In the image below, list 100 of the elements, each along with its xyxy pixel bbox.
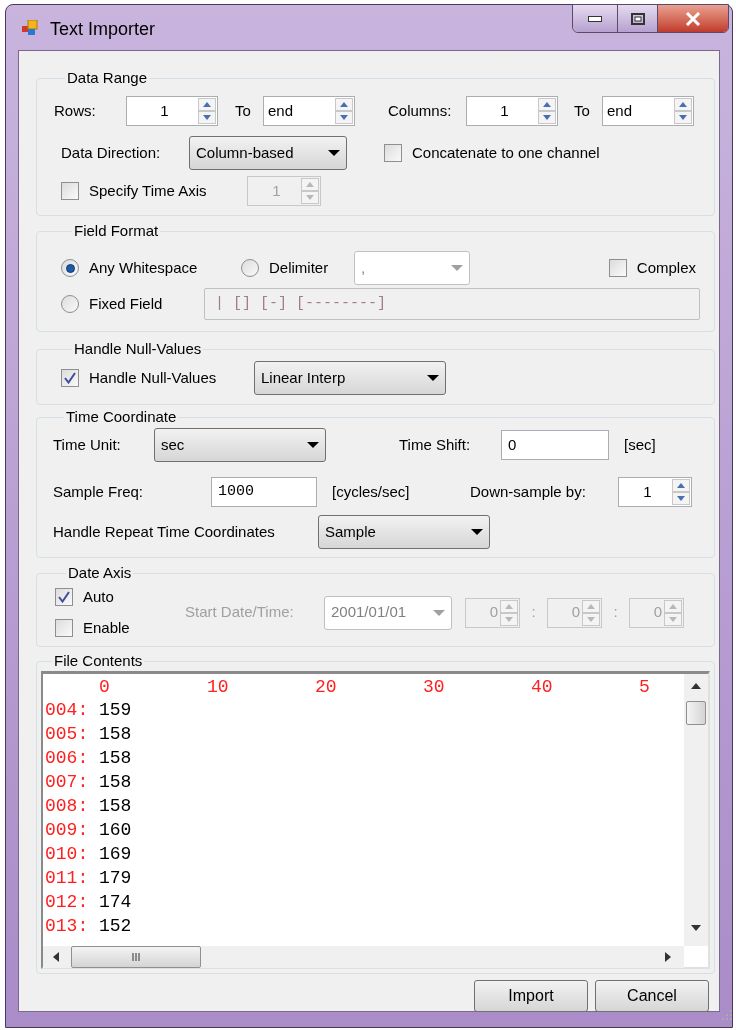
spin-arrows-icon <box>335 98 353 124</box>
field-label: Time Shift: <box>399 434 472 455</box>
radio-button[interactable] <box>61 295 79 313</box>
scroll-thumb[interactable] <box>686 701 706 725</box>
group-title: Date Axis <box>67 563 133 583</box>
radio-button[interactable] <box>241 259 259 277</box>
field-label: Time Unit: <box>53 434 122 455</box>
field-label: Columns: <box>388 100 453 121</box>
spin-arrows-icon <box>538 98 556 124</box>
radio-button[interactable] <box>61 259 79 277</box>
vertical-scrollbar[interactable] <box>684 674 708 946</box>
spin-box[interactable]: 1 <box>126 96 218 126</box>
spin-arrows-icon <box>664 599 682 626</box>
scroll-right-icon <box>665 952 671 962</box>
line-text: 158 <box>99 723 132 746</box>
field-label: Down-sample by: <box>470 481 587 502</box>
dropdown[interactable]: Sample <box>318 515 490 549</box>
spin-arrows-icon <box>582 599 600 626</box>
field-label: : <box>530 602 537 623</box>
line-text: 158 <box>99 747 132 770</box>
dropdown[interactable]: sec <box>154 428 326 462</box>
caret-icon <box>427 374 439 382</box>
check-mark-icon <box>58 591 70 604</box>
field-label: Start Date/Time: <box>185 602 295 623</box>
dropdown[interactable]: Linear Interp <box>254 361 446 395</box>
field-label: Handle Repeat Time Coordinates <box>53 521 276 542</box>
input-field[interactable]: 0 <box>501 430 609 460</box>
checkbox-label: Concatenate to one channel <box>412 142 600 163</box>
input-field[interactable]: 1000 <box>211 477 317 507</box>
minimize-button[interactable] <box>573 5 618 32</box>
horizontal-scrollbar[interactable] <box>43 946 684 968</box>
spin-box[interactable]: end <box>263 96 355 126</box>
dialog-button[interactable]: Import <box>474 980 588 1012</box>
line-text: 159 <box>99 699 132 722</box>
group-title: Handle Null-Values <box>73 339 203 359</box>
line-text: 160 <box>99 819 132 842</box>
line-text: 169 <box>99 843 132 866</box>
line-number: 004: <box>45 699 90 722</box>
ruler-number: 40 <box>531 677 553 697</box>
caret-icon <box>451 264 463 272</box>
field-label: [sec] <box>624 434 656 455</box>
group-title: Field Format <box>73 221 160 241</box>
ruler-number: 30 <box>423 677 445 697</box>
maximize-button[interactable] <box>618 5 658 32</box>
close-icon <box>685 11 701 26</box>
caret-icon <box>471 528 483 536</box>
checkbox[interactable] <box>384 144 402 162</box>
scroll-thumb[interactable] <box>71 946 201 968</box>
group-title: Data Range <box>66 68 149 88</box>
line-number: 013: <box>45 915 90 938</box>
scroll-up-icon <box>691 683 701 689</box>
caret-icon <box>307 441 319 449</box>
spin-box[interactable]: end <box>602 96 694 126</box>
ruler-number: 0 <box>99 677 110 697</box>
line-text: 174 <box>99 891 132 914</box>
checkbox-label: Handle Null-Values <box>89 367 217 388</box>
checkbox-label: Auto <box>83 587 114 607</box>
group-title: File Contents <box>53 651 144 671</box>
spin-arrows-icon <box>500 599 518 626</box>
line-number: 007: <box>45 771 90 794</box>
field-label: To <box>574 100 591 121</box>
line-text: 158 <box>99 795 132 818</box>
check-mark-icon <box>64 372 76 384</box>
field-label: To <box>235 100 252 121</box>
checkbox[interactable] <box>61 182 79 200</box>
resize-grip-icon <box>722 1010 732 1020</box>
maximize-icon <box>630 12 645 25</box>
checkbox[interactable] <box>608 259 627 277</box>
caret-icon <box>433 608 445 617</box>
minimize-icon <box>588 15 602 22</box>
dialog-button[interactable]: Cancel <box>595 980 709 1012</box>
dropdown[interactable]: Column-based <box>189 136 347 170</box>
ruler-number: 20 <box>315 677 337 697</box>
checkbox-label: Specify Time Axis <box>89 180 207 201</box>
spin-arrows-icon <box>674 98 692 124</box>
line-number: 011: <box>45 867 90 890</box>
line-text: 179 <box>99 867 132 890</box>
line-text: 158 <box>99 771 132 794</box>
close-button[interactable] <box>658 5 728 32</box>
field-label: Sample Freq: <box>53 481 145 502</box>
scroll-down-icon <box>691 925 701 931</box>
checkbox[interactable] <box>61 369 79 387</box>
field-label: Rows: <box>54 100 97 121</box>
ruler-number: 5 <box>639 677 650 697</box>
spin-arrows-icon <box>301 178 319 204</box>
line-number: 012: <box>45 891 90 914</box>
checkbox-label: Enable <box>83 617 130 638</box>
spin-box[interactable]: 1 <box>466 96 558 126</box>
radio-label: Fixed Field <box>89 293 163 314</box>
radio-label: Any Whitespace <box>89 257 198 278</box>
checkbox-label: Complex <box>636 257 696 278</box>
line-number: 009: <box>45 819 90 842</box>
spin-box[interactable]: 1 <box>618 477 692 507</box>
line-number: 005: <box>45 723 90 746</box>
ruler-number: 10 <box>207 677 229 697</box>
grip-icon <box>132 953 140 961</box>
line-number: 010: <box>45 843 90 866</box>
spin-arrows-icon <box>198 98 216 124</box>
caret-icon <box>328 149 340 157</box>
spin-arrows-icon <box>672 479 690 505</box>
